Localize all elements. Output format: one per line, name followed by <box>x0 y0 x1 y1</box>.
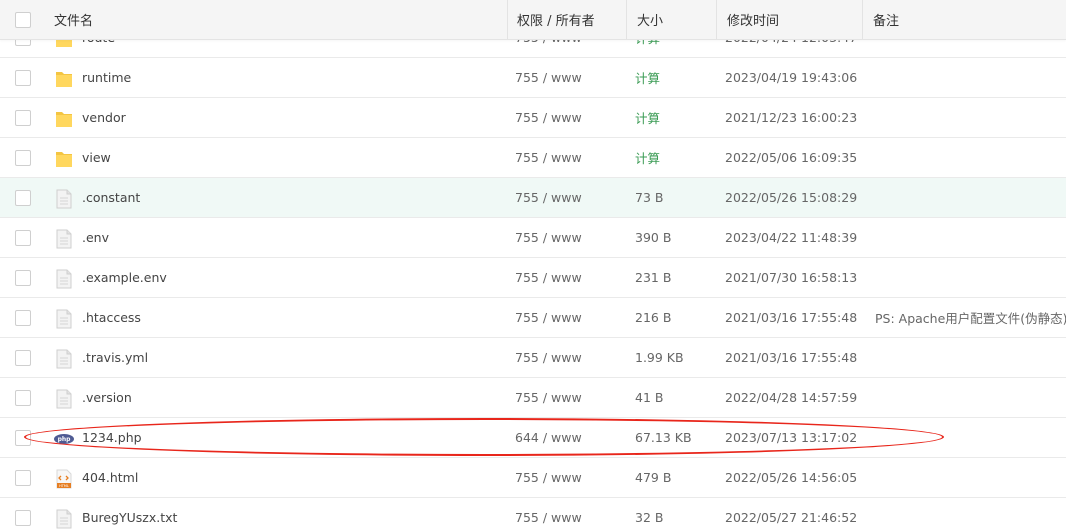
table-row[interactable]: .htaccess 755 / www 216 B 2021/03/16 17:… <box>0 298 1066 338</box>
file-name[interactable]: vendor <box>82 98 126 137</box>
table-row[interactable]: HTML 404.html 755 / www 479 B 2022/05/26… <box>0 458 1066 498</box>
row-checkbox[interactable] <box>15 390 31 406</box>
file-name[interactable]: .constant <box>82 178 140 217</box>
row-checkbox[interactable] <box>15 70 31 86</box>
file-icon <box>55 309 73 329</box>
file-permission[interactable]: 755 / www <box>515 258 582 297</box>
table-row[interactable]: .example.env 755 / www 231 B 2021/07/30 … <box>0 258 1066 298</box>
row-checkbox[interactable] <box>15 150 31 166</box>
table-row[interactable]: BuregYUszx.txt 755 / www 32 B 2022/05/27… <box>0 498 1066 531</box>
select-all-checkbox[interactable] <box>15 12 31 28</box>
file-size: 32 B <box>635 510 664 525</box>
row-checkbox[interactable] <box>15 310 31 326</box>
row-checkbox[interactable] <box>15 470 31 486</box>
table-header: 文件名 权限 / 所有者 大小 修改时间 备注 <box>0 0 1066 40</box>
file-icon <box>55 269 73 289</box>
php-file-icon: php <box>54 429 74 449</box>
file-permission[interactable]: 755 / www <box>515 458 582 497</box>
file-permission[interactable]: 755 / www <box>515 138 582 177</box>
file-name[interactable]: 404.html <box>82 458 138 497</box>
row-checkbox[interactable] <box>15 510 31 526</box>
header-name[interactable]: 文件名 <box>54 0 93 39</box>
table-row[interactable]: vendor 755 / www 计算 2021/12/23 16:00:23 <box>0 98 1066 138</box>
table-row[interactable]: runtime 755 / www 计算 2023/04/19 19:43:06 <box>0 58 1066 98</box>
file-size: 479 B <box>635 470 672 485</box>
file-mtime: 2021/03/16 17:55:48 <box>725 310 858 325</box>
file-permission[interactable]: 755 / www <box>515 218 582 257</box>
calc-size-link[interactable]: 计算 <box>635 138 660 177</box>
file-icon <box>55 389 73 409</box>
file-name[interactable]: .htaccess <box>82 298 141 337</box>
calc-size-link[interactable]: 计算 <box>635 98 660 137</box>
file-size: 390 B <box>635 230 672 245</box>
file-size: 1.99 KB <box>635 350 684 365</box>
file-icon <box>55 229 73 249</box>
file-icon <box>55 349 73 369</box>
file-icon <box>55 189 73 209</box>
file-mtime: 2023/04/22 11:48:39 <box>725 230 858 245</box>
table-row[interactable]: .travis.yml 755 / www 1.99 KB 2021/03/16… <box>0 338 1066 378</box>
html-file-icon: HTML <box>55 469 73 489</box>
row-checkbox[interactable] <box>15 190 31 206</box>
svg-text:php: php <box>58 436 72 443</box>
table-row[interactable]: php 1234.php 644 / www 67.13 KB 2023/07/… <box>0 418 1066 458</box>
file-permission[interactable]: 755 / www <box>515 378 582 417</box>
file-size: 73 B <box>635 190 664 205</box>
file-mtime: 2023/04/19 19:43:06 <box>725 70 858 85</box>
file-name[interactable]: .env <box>82 218 109 257</box>
row-checkbox[interactable] <box>15 230 31 246</box>
folder-icon <box>55 69 73 89</box>
table-body: route 755 / www 计算 2022/04/24 12:03:47 r… <box>0 18 1066 531</box>
file-size: 216 B <box>635 310 672 325</box>
file-mtime: 2022/05/27 21:46:52 <box>725 510 858 525</box>
table-row[interactable]: .env 755 / www 390 B 2023/04/22 11:48:39 <box>0 218 1066 258</box>
table-row[interactable]: .version 755 / www 41 B 2022/04/28 14:57… <box>0 378 1066 418</box>
file-size: 67.13 KB <box>635 430 692 445</box>
svg-text:HTML: HTML <box>59 484 69 488</box>
file-mtime: 2023/07/13 13:17:02 <box>725 430 858 445</box>
file-mtime: 2021/12/23 16:00:23 <box>725 110 858 125</box>
row-checkbox[interactable] <box>15 270 31 286</box>
file-icon <box>55 509 73 529</box>
file-permission[interactable]: 755 / www <box>515 98 582 137</box>
file-name[interactable]: .version <box>82 378 132 417</box>
file-name[interactable]: .example.env <box>82 258 167 297</box>
row-checkbox[interactable] <box>15 430 31 446</box>
calc-size-link[interactable]: 计算 <box>635 58 660 97</box>
file-mtime: 2022/05/26 15:08:29 <box>725 190 858 205</box>
file-size: 41 B <box>635 390 664 405</box>
file-permission[interactable]: 755 / www <box>515 298 582 337</box>
file-table: 文件名 权限 / 所有者 大小 修改时间 备注 route 755 / www … <box>0 0 1066 531</box>
file-name[interactable]: 1234.php <box>82 418 142 457</box>
folder-icon <box>55 109 73 129</box>
row-checkbox[interactable] <box>15 110 31 126</box>
file-name[interactable]: .travis.yml <box>82 338 148 377</box>
file-mtime: 2021/07/30 16:58:13 <box>725 270 858 285</box>
file-name[interactable]: view <box>82 138 111 177</box>
table-row[interactable]: .constant 755 / www 73 B 2022/05/26 15:0… <box>0 178 1066 218</box>
file-name[interactable]: BuregYUszx.txt <box>82 498 177 531</box>
table-row[interactable]: view 755 / www 计算 2022/05/06 16:09:35 <box>0 138 1066 178</box>
header-size[interactable]: 大小 <box>626 0 716 39</box>
header-note: 备注 <box>862 0 1066 39</box>
file-permission[interactable]: 755 / www <box>515 178 582 217</box>
file-mtime: 2022/04/28 14:57:59 <box>725 390 858 405</box>
row-checkbox[interactable] <box>15 350 31 366</box>
file-permission[interactable]: 755 / www <box>515 338 582 377</box>
header-permission[interactable]: 权限 / 所有者 <box>507 0 627 39</box>
header-mtime[interactable]: 修改时间 <box>716 0 862 39</box>
file-permission[interactable]: 644 / www <box>515 418 582 457</box>
file-permission[interactable]: 755 / www <box>515 58 582 97</box>
file-name[interactable]: runtime <box>82 58 131 97</box>
file-size: 231 B <box>635 270 672 285</box>
folder-icon <box>55 149 73 169</box>
file-mtime: 2022/05/26 14:56:05 <box>725 470 858 485</box>
file-permission[interactable]: 755 / www <box>515 498 582 531</box>
file-note[interactable]: PS: Apache用户配置文件(伪静态) <box>875 298 1066 337</box>
file-mtime: 2022/05/06 16:09:35 <box>725 150 858 165</box>
file-mtime: 2021/03/16 17:55:48 <box>725 350 858 365</box>
